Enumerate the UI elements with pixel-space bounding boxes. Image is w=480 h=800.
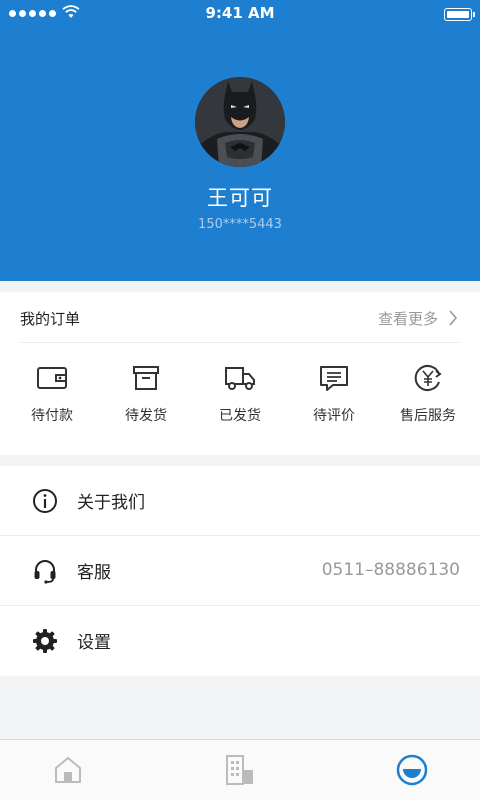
smile-face-icon[interactable] bbox=[396, 754, 428, 786]
order-item-label: 待评价 bbox=[313, 408, 355, 424]
order-item-label: 待付款 bbox=[31, 408, 73, 424]
menu-item-label: 关于我们 bbox=[77, 493, 145, 513]
menu-item-label: 客服 bbox=[77, 563, 111, 583]
order-item-label: 待发货 bbox=[125, 408, 167, 424]
batman-avatar-icon bbox=[195, 77, 285, 167]
orders-header[interactable]: 我的订单 查看更多 bbox=[20, 292, 460, 343]
archive-box-icon bbox=[133, 366, 159, 390]
my-orders-card: 我的订单 查看更多 待付款 待发货 已发货 待评价 售后服务 bbox=[0, 292, 480, 455]
headset-icon bbox=[34, 560, 56, 584]
order-shipped[interactable]: 已发货 bbox=[192, 364, 288, 439]
yen-refund-icon bbox=[414, 365, 442, 391]
view-more-link[interactable]: 查看更多 bbox=[378, 308, 438, 329]
profile-header: 9:41 AM 王可可 150****5443 bbox=[0, 0, 480, 281]
avatar[interactable] bbox=[195, 77, 285, 167]
wallet-icon bbox=[37, 367, 67, 389]
order-to-review[interactable]: 待评价 bbox=[286, 364, 382, 439]
orders-title: 我的订单 bbox=[20, 310, 81, 328]
menu-item-about-us[interactable]: 关于我们 bbox=[0, 466, 480, 536]
order-item-label: 售后服务 bbox=[400, 408, 456, 424]
order-pending-payment[interactable]: 待付款 bbox=[4, 364, 100, 439]
comment-icon bbox=[320, 366, 348, 391]
status-time: 9:41 AM bbox=[205, 4, 275, 22]
user-name: 王可可 bbox=[207, 186, 273, 210]
settings-menu: 关于我们 客服 0511–88886130 设置 bbox=[0, 466, 480, 676]
info-icon bbox=[33, 489, 57, 513]
battery-icon bbox=[444, 8, 475, 21]
status-bar: 9:41 AM bbox=[0, 0, 480, 28]
bottom-tab-bar bbox=[0, 739, 480, 800]
order-item-label: 已发货 bbox=[219, 408, 261, 424]
customer-service-phone[interactable]: 0511–88886130 bbox=[322, 560, 460, 580]
menu-item-customer-service[interactable]: 客服 0511–88886130 bbox=[0, 536, 480, 606]
gear-icon bbox=[33, 629, 57, 653]
home-icon[interactable] bbox=[52, 754, 84, 786]
user-phone: 150****5443 bbox=[198, 217, 282, 232]
order-pending-shipment[interactable]: 待发货 bbox=[98, 364, 194, 439]
menu-item-label: 设置 bbox=[77, 633, 111, 653]
order-after-sales[interactable]: 售后服务 bbox=[380, 364, 476, 439]
building-icon[interactable] bbox=[224, 754, 256, 786]
menu-item-settings[interactable]: 设置 bbox=[0, 606, 480, 676]
chevron-right-icon bbox=[449, 310, 458, 326]
truck-icon bbox=[225, 367, 255, 390]
